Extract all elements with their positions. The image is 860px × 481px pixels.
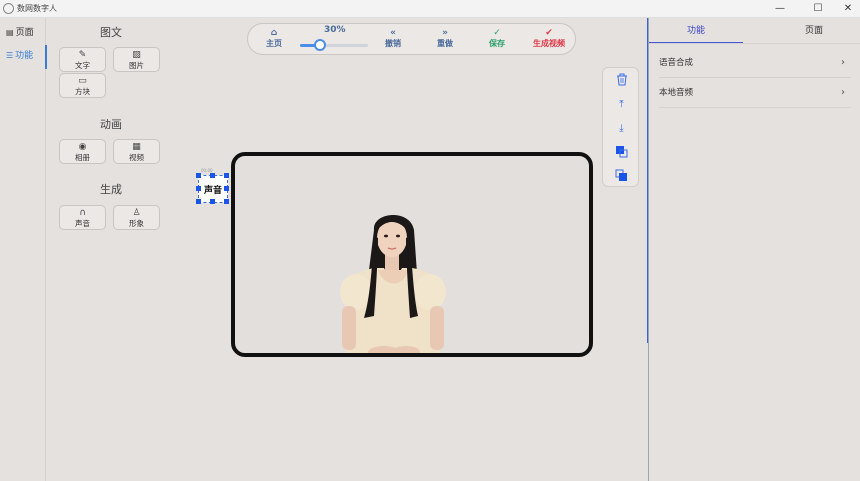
delete-icon[interactable] <box>614 73 629 88</box>
section-title-graphics: 图文 <box>100 26 122 39</box>
maximize-button[interactable]: ☐ <box>803 0 833 18</box>
section-title-animation: 动画 <box>100 118 122 131</box>
video-canvas[interactable] <box>231 152 593 357</box>
list-item-label: 本地音频 <box>659 88 694 98</box>
bring-forward-icon[interactable] <box>614 145 629 160</box>
headphones-icon: ∩ <box>79 208 86 218</box>
tool-label: 相册 <box>75 153 90 162</box>
window-title: 数网数字人 <box>17 4 57 13</box>
resize-handle[interactable] <box>210 173 215 178</box>
app-logo-icon <box>3 3 14 14</box>
chevron-right-icon: › <box>841 87 845 98</box>
save-button[interactable]: ✓ 保存 <box>489 28 505 49</box>
resize-handle[interactable] <box>224 173 229 178</box>
tool-label: 形象 <box>129 219 144 228</box>
redo-button[interactable]: » 重做 <box>437 28 453 49</box>
chevron-right-icon: › <box>841 57 845 68</box>
nav-item-label: 功能 <box>15 51 34 61</box>
menu-icon: ☰ <box>6 51 14 60</box>
resize-handle[interactable] <box>196 186 201 191</box>
title-bar: 数网数字人 — ☐ ✕ <box>0 0 860 18</box>
edit-icon: ✎ <box>78 50 87 60</box>
voice-tool-button[interactable]: ∩ 声音 <box>59 205 106 230</box>
undo-icon: « <box>390 28 396 38</box>
minimize-button[interactable]: — <box>765 0 795 18</box>
close-button[interactable]: ✕ <box>833 0 860 18</box>
resize-handle[interactable] <box>224 199 229 204</box>
home-label: 主页 <box>266 39 282 48</box>
digital-human-avatar[interactable] <box>334 208 448 357</box>
person-icon: ♙ <box>132 208 141 218</box>
camera-icon: ◉ <box>78 142 87 152</box>
tool-label: 图片 <box>129 61 144 70</box>
check-icon: ✔ <box>545 28 553 38</box>
undo-label: 撤销 <box>385 39 401 48</box>
send-backward-icon[interactable] <box>614 169 629 184</box>
sticker-text: 声音 <box>203 186 222 196</box>
redo-icon: » <box>442 28 448 38</box>
nav-item-pages[interactable]: ▤ 页面 <box>0 22 46 44</box>
resize-handle[interactable] <box>210 199 215 204</box>
home-icon: ⌂ <box>270 28 278 38</box>
image-tool-button[interactable]: ▨ 图片 <box>113 47 160 72</box>
home-button[interactable]: ⌂ 主页 <box>266 28 282 49</box>
generate-video-button[interactable]: ✔ 生成视频 <box>533 28 565 49</box>
page-icon: ▤ <box>6 28 14 37</box>
block-tool-button[interactable]: ▭ 方块 <box>59 73 106 98</box>
layer-toolbox: ⤒ ⤓ <box>602 67 639 187</box>
nav-item-functions[interactable]: ☰ 功能 <box>0 45 47 69</box>
zoom-slider[interactable] <box>300 44 368 47</box>
send-to-bottom-icon[interactable]: ⤓ <box>614 121 629 136</box>
check-circle-icon: ✓ <box>493 28 501 38</box>
tab-functions[interactable]: 功能 <box>649 18 743 44</box>
album-tool-button[interactable]: ◉ 相册 <box>59 139 106 164</box>
nav-item-label: 页面 <box>15 28 34 38</box>
tool-label: 视频 <box>129 153 144 162</box>
resize-handle[interactable] <box>196 199 201 204</box>
save-label: 保存 <box>489 39 505 48</box>
list-item-local-audio[interactable]: 本地音频 › <box>659 78 851 108</box>
zoom-slider-handle[interactable] <box>314 39 327 51</box>
redo-label: 重做 <box>437 39 453 48</box>
left-nav: ▤ 页面 ☰ 功能 <box>0 18 47 481</box>
tool-label: 文字 <box>75 61 90 70</box>
video-tool-button[interactable]: ▦ 视频 <box>113 139 160 164</box>
list-item-speech-synthesis[interactable]: 语音合成 › <box>659 48 851 78</box>
bring-to-top-icon[interactable]: ⤒ <box>614 97 629 112</box>
undo-button[interactable]: «撤销 <box>385 28 401 49</box>
list-item-label: 语音合成 <box>659 58 694 68</box>
block-icon: ▭ <box>78 76 87 86</box>
voice-sticker[interactable]: 声音 <box>196 173 229 204</box>
right-panel: 功能 页面 语音合成 › 本地音频 › <box>648 18 860 481</box>
section-title-generate: 生成 <box>100 183 122 196</box>
resize-handle[interactable] <box>224 186 229 191</box>
avatar-tool-button[interactable]: ♙ 形象 <box>113 205 160 230</box>
zoom-value: 30% <box>324 25 346 35</box>
image-icon: ▨ <box>132 50 141 60</box>
resize-handle[interactable] <box>196 173 201 178</box>
generate-label: 生成视频 <box>533 39 565 48</box>
tool-label: 方块 <box>75 87 90 96</box>
main-toolbar: ⌂ 主页 30% «撤销 » 重做 ✓ 保存 ✔ 生成视频 <box>247 23 576 55</box>
film-icon: ▦ <box>132 142 141 152</box>
tab-pages[interactable]: 页面 <box>767 18 860 44</box>
tool-label: 声音 <box>75 219 90 228</box>
text-tool-button[interactable]: ✎ 文字 <box>59 47 106 72</box>
tab-divider <box>649 43 860 44</box>
